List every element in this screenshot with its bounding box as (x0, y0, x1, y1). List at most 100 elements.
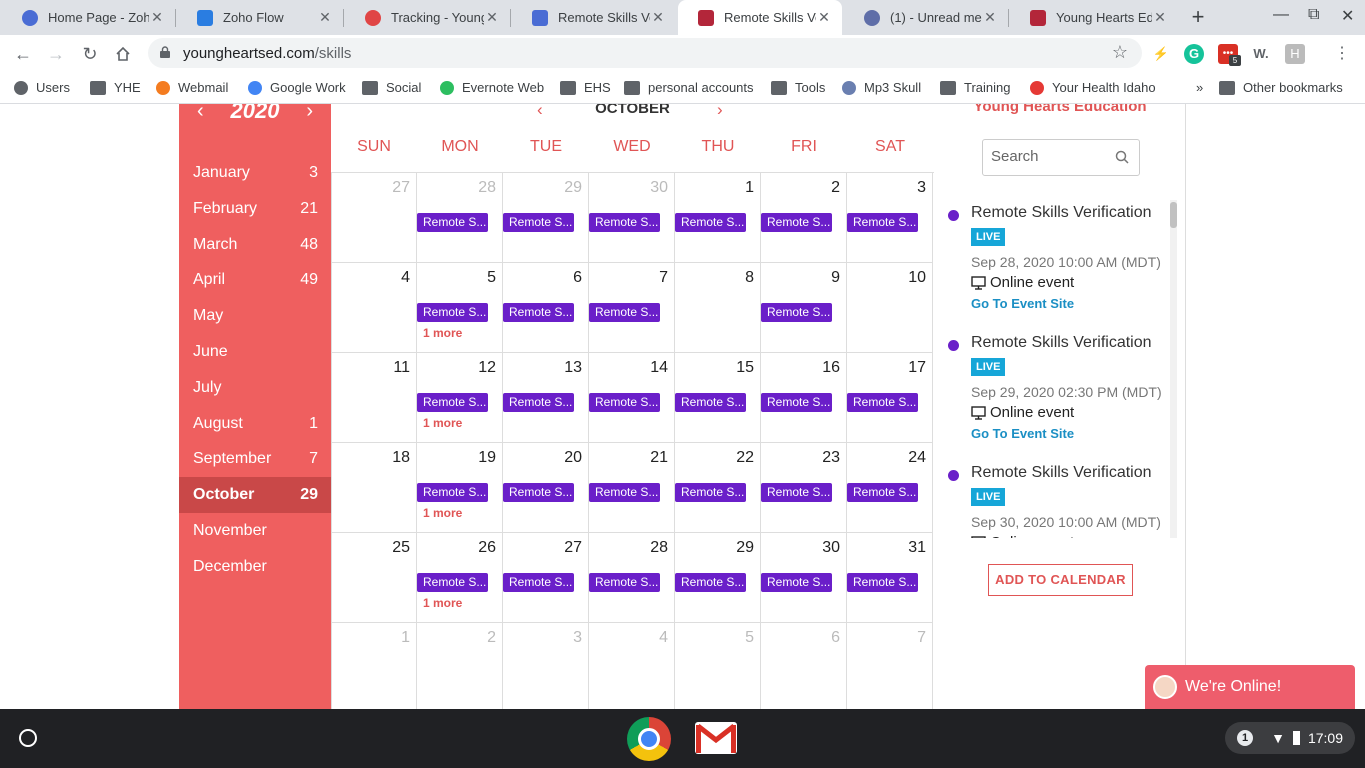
month-item[interactable]: September 7 (179, 441, 331, 477)
calendar-event[interactable]: Remote S... (589, 213, 660, 232)
scrollbar-thumb[interactable] (1170, 202, 1177, 228)
day-cell[interactable]: 3 (503, 623, 589, 709)
calendar-event[interactable]: Remote S... (847, 393, 918, 412)
event-list-item[interactable]: Remote Skills Verification LIVE Sep 29, 20… (934, 330, 1170, 460)
day-cell[interactable]: 31 Remote S... (847, 533, 933, 623)
search-input[interactable] (991, 148, 1111, 165)
bookmark-star-icon[interactable]: ☆ (1112, 42, 1128, 63)
day-cell[interactable]: 22 Remote S... (675, 443, 761, 533)
month-item[interactable]: May (179, 298, 331, 334)
day-cell[interactable]: 5 Remote S... 1 more (417, 263, 503, 353)
month-item[interactable]: February 21 (179, 191, 331, 227)
month-item[interactable]: April 49 (179, 262, 331, 298)
prev-year-button[interactable]: ‹ (197, 104, 204, 123)
bookmark-item[interactable]: Social (362, 80, 421, 95)
bookmark-item[interactable]: Your Health Idaho (1030, 80, 1156, 95)
calendar-event[interactable]: Remote S... (675, 483, 746, 502)
extension-w-icon[interactable]: W. (1251, 44, 1271, 64)
bookmark-item[interactable]: Google Work (248, 80, 346, 95)
day-cell[interactable]: 7 Remote S... (589, 263, 675, 353)
go-to-event-link[interactable]: Go To Event Site (971, 296, 1074, 311)
day-cell[interactable]: 30 Remote S... (761, 533, 847, 623)
day-cell[interactable]: 15 Remote S... (675, 353, 761, 443)
bookmark-item[interactable]: Users (14, 80, 70, 95)
restore-icon[interactable]: ⧉ (1308, 6, 1319, 24)
day-cell[interactable]: 11 (331, 353, 417, 443)
calendar-event[interactable]: Remote S... (589, 303, 660, 322)
browser-tab[interactable]: Remote Skills Verification✕ (512, 0, 676, 35)
event-list-item[interactable]: Remote Skills Verification LIVE Sep 28, 20… (934, 200, 1170, 330)
forward-icon[interactable]: → (42, 41, 70, 67)
calendar-event[interactable]: Remote S... (417, 303, 488, 322)
day-cell[interactable]: 5 (675, 623, 761, 709)
search-icon[interactable] (1115, 150, 1129, 164)
go-to-event-link[interactable]: Go To Event Site (971, 426, 1074, 441)
day-cell[interactable]: 6 Remote S... (503, 263, 589, 353)
calendar-event[interactable]: Remote S... (503, 303, 574, 322)
calendar-event[interactable]: Remote S... (761, 393, 832, 412)
extension-h-icon[interactable]: H (1285, 44, 1305, 64)
calendar-event[interactable]: Remote S... (417, 573, 488, 592)
event-list-scrollbar[interactable] (1170, 200, 1177, 538)
day-cell[interactable]: 2 (417, 623, 503, 709)
reload-icon[interactable]: ↻ (76, 41, 104, 67)
day-cell[interactable]: 28 Remote S... (417, 173, 503, 263)
calendar-event[interactable]: Remote S... (503, 573, 574, 592)
month-item[interactable]: December (179, 549, 331, 585)
calendar-event[interactable]: Remote S... (417, 483, 488, 502)
calendar-event[interactable]: Remote S... (847, 483, 918, 502)
event-title[interactable]: Remote Skills Verification (971, 334, 1152, 352)
prev-month-button[interactable]: ‹ (537, 104, 543, 120)
home-icon[interactable] (109, 41, 137, 67)
calendar-event[interactable]: Remote S... (847, 213, 918, 232)
day-cell[interactable]: 7 (847, 623, 933, 709)
tab-close-icon[interactable]: ✕ (149, 9, 165, 26)
close-window-icon[interactable]: ✕ (1341, 6, 1354, 26)
day-cell[interactable]: 8 (675, 263, 761, 353)
day-cell[interactable]: 29 Remote S... (675, 533, 761, 623)
calendar-event[interactable]: Remote S... (589, 393, 660, 412)
month-item[interactable]: March 48 (179, 227, 331, 263)
day-cell[interactable]: 24 Remote S... (847, 443, 933, 533)
day-cell[interactable]: 16 Remote S... (761, 353, 847, 443)
day-cell[interactable]: 3 Remote S... (847, 173, 933, 263)
day-cell[interactable]: 19 Remote S... 1 more (417, 443, 503, 533)
tab-close-icon[interactable]: ✕ (317, 9, 333, 26)
new-tab-button[interactable]: + (1186, 4, 1210, 30)
tab-close-icon[interactable]: ✕ (1152, 9, 1168, 26)
browser-tab[interactable]: (1) - Unread messages✕ (844, 0, 1008, 35)
bookmark-item[interactable]: Tools (771, 80, 825, 95)
calendar-event[interactable]: Remote S... (847, 573, 918, 592)
tab-close-icon[interactable]: ✕ (650, 9, 666, 26)
day-cell[interactable]: 26 Remote S... 1 more (417, 533, 503, 623)
day-cell[interactable]: 27 Remote S... (503, 533, 589, 623)
calendar-event[interactable]: Remote S... (503, 213, 574, 232)
tab-close-icon[interactable]: ✕ (816, 9, 832, 26)
add-to-calendar-button[interactable]: ADD TO CALENDAR (988, 564, 1133, 596)
calendar-event[interactable]: Remote S... (589, 573, 660, 592)
bookmark-item[interactable]: Mp3 Skull (842, 80, 921, 95)
organization-name[interactable]: Young Hearts Education (934, 104, 1186, 115)
launcher-icon[interactable] (19, 729, 37, 747)
more-events-link[interactable]: 1 more (423, 416, 462, 430)
more-events-link[interactable]: 1 more (423, 596, 462, 610)
day-cell[interactable]: 1 (331, 623, 417, 709)
gmail-app-icon[interactable] (695, 722, 737, 754)
browser-tab[interactable]: Remote Skills Verification✕ (678, 0, 842, 35)
day-cell[interactable]: 9 Remote S... (761, 263, 847, 353)
bookmark-item[interactable]: Evernote Web (440, 80, 544, 95)
bookmark-item[interactable]: EHS (560, 80, 611, 95)
day-cell[interactable]: 12 Remote S... 1 more (417, 353, 503, 443)
day-cell[interactable]: 20 Remote S... (503, 443, 589, 533)
event-list-item[interactable]: Remote Skills Verification LIVE Sep 30, 20… (934, 460, 1170, 538)
day-cell[interactable]: 2 Remote S... (761, 173, 847, 263)
grammarly-icon[interactable]: G (1184, 44, 1204, 64)
month-item[interactable]: August 1 (179, 406, 331, 442)
day-cell[interactable]: 17 Remote S... (847, 353, 933, 443)
bookmark-item[interactable]: YHE (90, 80, 141, 95)
status-area[interactable]: 1 ▼ 17:09 (1225, 722, 1355, 754)
browser-tab[interactable]: Tracking - Young Hearts✕ (345, 0, 510, 35)
extension-bolt-icon[interactable]: ⚡ (1151, 44, 1171, 64)
calendar-event[interactable]: Remote S... (675, 393, 746, 412)
more-events-link[interactable]: 1 more (423, 326, 462, 340)
